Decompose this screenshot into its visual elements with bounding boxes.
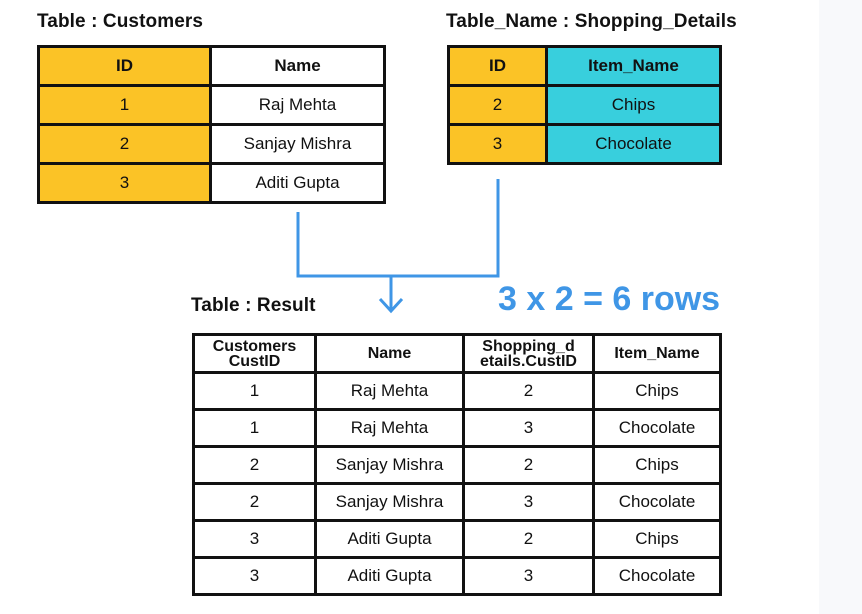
result-custid-cell: 2	[192, 482, 317, 522]
table-row: 2 Sanjay Mishra 3 Chocolate	[192, 482, 722, 522]
result-custid-cell: 3	[192, 519, 317, 559]
row-count-formula: 3 x 2 = 6 rows	[498, 280, 721, 318]
table-row: 2 Sanjay Mishra 2 Chips	[192, 445, 722, 485]
result-header-name: Name	[314, 333, 465, 374]
result-item-cell: Chocolate	[592, 556, 722, 596]
result-item-cell: Chocolate	[592, 482, 722, 522]
result-item-cell: Chips	[592, 371, 722, 411]
result-shop-custid-cell: 3	[462, 408, 595, 448]
table-row: 3 Aditi Gupta 3 Chocolate	[192, 556, 722, 596]
result-name-cell: Raj Mehta	[314, 408, 465, 448]
result-item-cell: Chocolate	[592, 408, 722, 448]
result-name-cell: Sanjay Mishra	[314, 482, 465, 522]
table-row: 1 Raj Mehta 2 Chips	[192, 371, 722, 411]
result-shop-custid-cell: 2	[462, 519, 595, 559]
result-custid-cell: 1	[192, 371, 317, 411]
result-shop-custid-cell: 3	[462, 556, 595, 596]
result-custid-cell: 2	[192, 445, 317, 485]
result-custid-cell: 3	[192, 556, 317, 596]
header-line: CustID	[228, 352, 281, 370]
result-header-shopping-custid: Shopping_d etails.CustID	[462, 333, 595, 374]
result-table-title: Table : Result	[191, 295, 316, 316]
result-header-row: Customers CustID Name Shopping_d etails.…	[192, 333, 722, 374]
connector-line	[296, 179, 500, 278]
result-header-customers-custid: Customers CustID	[192, 333, 317, 374]
result-item-cell: Chips	[592, 519, 722, 559]
result-shop-custid-cell: 3	[462, 482, 595, 522]
table-row: 3 Aditi Gupta 2 Chips	[192, 519, 722, 559]
result-shop-custid-cell: 2	[462, 371, 595, 411]
result-table: Customers CustID Name Shopping_d etails.…	[192, 333, 722, 596]
result-name-cell: Sanjay Mishra	[314, 445, 465, 485]
result-shop-custid-cell: 2	[462, 445, 595, 485]
table-row: 1 Raj Mehta 3 Chocolate	[192, 408, 722, 448]
result-name-cell: Aditi Gupta	[314, 519, 465, 559]
result-item-cell: Chips	[592, 445, 722, 485]
result-header-item-name: Item_Name	[592, 333, 722, 374]
result-custid-cell: 1	[192, 408, 317, 448]
header-line: Shopping_d	[482, 337, 575, 355]
header-line: Customers	[212, 337, 297, 355]
result-name-cell: Aditi Gupta	[314, 556, 465, 596]
result-name-cell: Raj Mehta	[314, 371, 465, 411]
header-line: etails.CustID	[480, 352, 577, 370]
